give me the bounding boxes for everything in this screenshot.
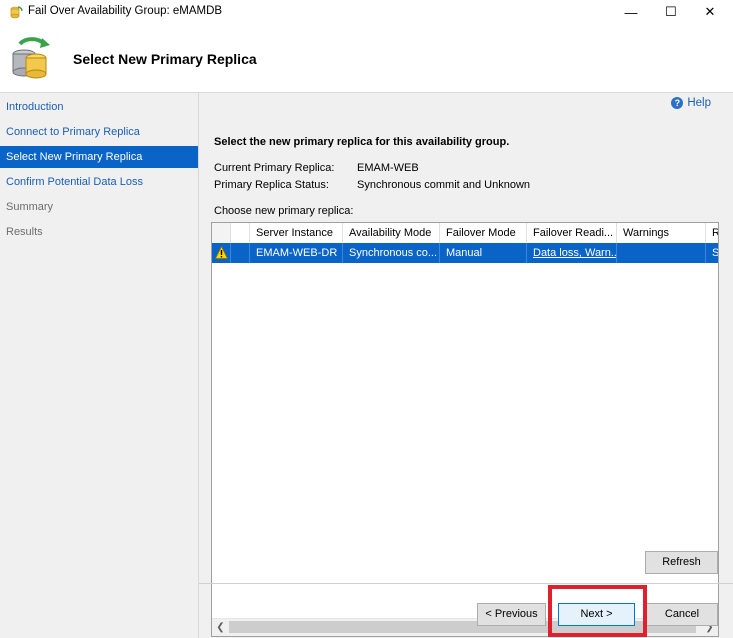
cancel-button[interactable]: Cancel	[646, 603, 718, 626]
grid-cell-warnings	[617, 243, 706, 263]
next-highlight-box	[548, 585, 647, 637]
app-icon	[10, 6, 23, 19]
grid-header-check	[231, 223, 250, 243]
grid-cell-server-instance: EMAM-WEB-DR	[250, 243, 343, 263]
instruction-text: Select the new primary replica for this …	[214, 136, 510, 148]
grid-header-r[interactable]: R	[706, 223, 718, 243]
nav-item-results: Results	[6, 226, 43, 238]
grid-cell-failover-mode: Manual	[440, 243, 527, 263]
help-link[interactable]: ? Help	[671, 97, 711, 109]
maximize-icon: ☐	[665, 4, 677, 19]
grid-header-server-instance[interactable]: Server Instance	[250, 223, 343, 243]
grid-cell-availability-mode: Synchronous co...	[343, 243, 440, 263]
wizard-nav: Introduction Connect to Primary Replica …	[0, 93, 199, 638]
nav-item-confirm-data-loss[interactable]: Confirm Potential Data Loss	[0, 171, 198, 193]
choose-replica-label: Choose new primary replica:	[214, 205, 354, 217]
close-button[interactable]: ✕	[687, 0, 733, 24]
grid-header-warnings[interactable]: Warnings	[617, 223, 706, 243]
grid-cell-r: Se	[712, 247, 719, 259]
nav-item-summary: Summary	[6, 201, 54, 213]
grid-header: Server Instance Availability Mode Failov…	[212, 223, 718, 244]
current-primary-value: EMAM-WEB	[357, 162, 419, 174]
page-title: Select New Primary Replica	[73, 51, 257, 67]
title-bar: Fail Over Availability Group: eMAMDB — ☐…	[0, 0, 733, 25]
main-panel: ? Help Select the new primary replica fo…	[199, 93, 733, 638]
current-primary-label: Current Primary Replica:	[214, 162, 335, 174]
footer-divider	[199, 583, 733, 584]
close-icon: ✕	[704, 4, 716, 19]
grid-cell-failover-readiness-link[interactable]: Data loss, Warn...	[527, 243, 617, 263]
nav-item-select-primary[interactable]: Select New Primary Replica	[0, 146, 198, 168]
grid-header-warning	[212, 223, 231, 243]
previous-button[interactable]: < Previous	[477, 603, 546, 626]
replica-grid[interactable]: Server Instance Availability Mode Failov…	[211, 222, 719, 637]
grid-header-availability-mode[interactable]: Availability Mode	[343, 223, 440, 243]
window-title: Fail Over Availability Group: eMAMDB	[28, 5, 223, 17]
warning-icon	[215, 246, 228, 259]
primary-status-label: Primary Replica Status:	[214, 179, 329, 191]
grid-cell-warning	[212, 243, 231, 263]
help-label: Help	[687, 97, 711, 109]
table-row[interactable]: ✓ EMAM-WEB-DR Synchronous co... Manual D…	[212, 243, 718, 263]
nav-item-connect-primary[interactable]: Connect to Primary Replica	[0, 121, 198, 143]
grid-cell-check[interactable]: ✓	[231, 243, 250, 263]
primary-status-value: Synchronous commit and Unknown	[357, 179, 531, 191]
wizard-header: Select New Primary Replica	[0, 24, 733, 93]
help-icon: ?	[671, 97, 684, 109]
refresh-button[interactable]: Refresh	[645, 551, 718, 574]
minimize-icon: —	[624, 4, 638, 20]
nav-item-introduction[interactable]: Introduction	[0, 96, 198, 118]
database-refresh-icon	[12, 37, 50, 79]
scroll-left-icon[interactable]: ❮	[212, 619, 229, 636]
grid-header-failover-mode[interactable]: Failover Mode	[440, 223, 527, 243]
grid-header-failover-readiness[interactable]: Failover Readi...	[527, 223, 617, 243]
